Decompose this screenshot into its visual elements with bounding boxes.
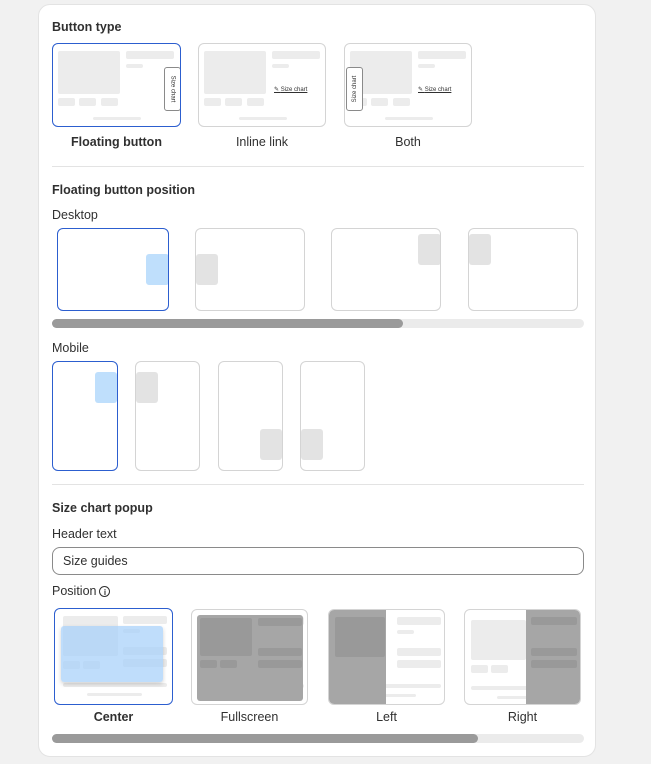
inline-link-caption: Inline link	[235, 135, 289, 149]
size-chart-popup-heading: Size chart popup	[52, 501, 153, 515]
settings-card: Button type Size chart Floating button ✎…	[38, 4, 596, 757]
position-label: Position	[52, 584, 97, 598]
mobile-position-bottom-left[interactable]	[300, 361, 365, 471]
info-icon[interactable]: i	[99, 586, 111, 598]
popup-position-center[interactable]	[54, 608, 173, 705]
both-inline-link-preview: ✎ Size chart	[418, 87, 452, 93]
right-caption: Right	[507, 710, 538, 724]
both-floating-button-preview: Size chart	[346, 67, 363, 111]
desktop-position-middle-right[interactable]	[57, 228, 169, 311]
center-caption: Center	[93, 710, 134, 724]
position-label-row: Position i	[52, 584, 111, 598]
inline-size-chart-link-preview: ✎ Size chart	[274, 87, 308, 93]
popup-position-fullscreen[interactable]	[191, 609, 308, 705]
floating-button-caption: Floating button	[71, 135, 162, 149]
mobile-position-top-left[interactable]	[135, 361, 200, 471]
popup-positions-scrollbar[interactable]	[52, 734, 584, 743]
desktop-position-top-left[interactable]	[468, 228, 578, 311]
desktop-position-top-right[interactable]	[331, 228, 441, 311]
button-type-floating-option[interactable]: Size chart	[52, 43, 181, 127]
desktop-position-middle-left[interactable]	[195, 228, 305, 311]
button-type-heading: Button type	[52, 20, 122, 34]
desktop-positions-scrollbar[interactable]	[52, 319, 584, 328]
mobile-label: Mobile	[52, 341, 89, 355]
popup-scroll-thumb[interactable]	[52, 734, 478, 743]
mobile-position-bottom-right[interactable]	[218, 361, 283, 471]
header-text-label: Header text	[52, 527, 117, 541]
button-type-both-option[interactable]: Size chart ✎ Size chart	[344, 43, 472, 127]
popup-position-left[interactable]	[328, 609, 445, 705]
left-caption: Left	[376, 710, 397, 724]
desktop-scroll-thumb[interactable]	[52, 319, 404, 328]
floating-size-chart-button-preview: Size chart	[164, 67, 180, 111]
divider	[52, 484, 584, 485]
desktop-label: Desktop	[52, 208, 98, 222]
floating-position-heading: Floating button position	[52, 183, 196, 197]
header-text-input[interactable]: Size guides	[52, 547, 584, 575]
both-caption: Both	[395, 135, 421, 149]
divider	[52, 166, 584, 167]
popup-position-right[interactable]	[464, 609, 581, 705]
fullscreen-caption: Fullscreen	[220, 710, 279, 724]
mobile-position-top-right[interactable]	[52, 361, 118, 471]
button-type-inline-option[interactable]: ✎ Size chart	[198, 43, 326, 127]
